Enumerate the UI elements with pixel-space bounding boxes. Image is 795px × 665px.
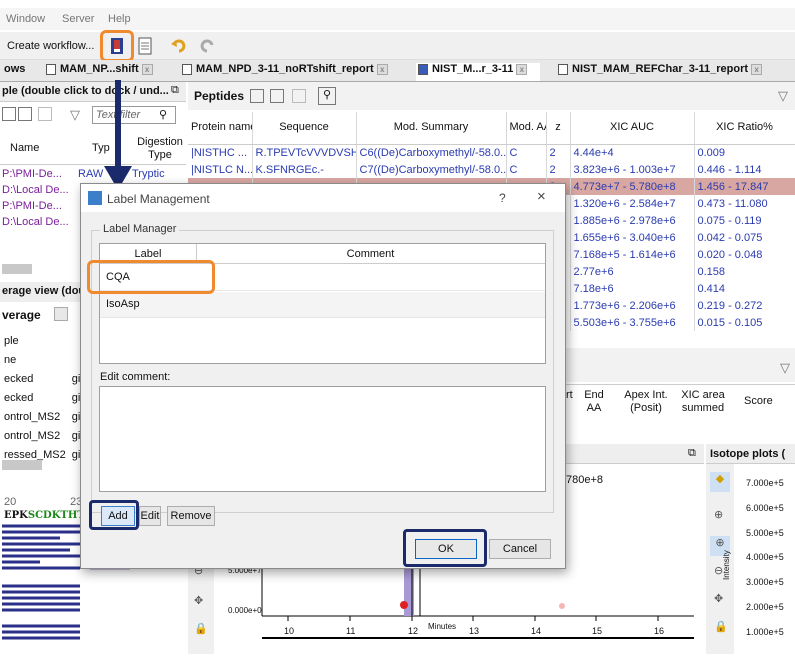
edit-comment-textarea[interactable]: [99, 386, 546, 492]
tab-mam-npd-report[interactable]: MAM_NPD_3-11_noRTshift_report x: [180, 63, 404, 81]
menu-help[interactable]: Help: [108, 13, 131, 25]
menu-server[interactable]: Server: [62, 13, 94, 25]
annotation-arrow: [104, 80, 132, 190]
cqa-highlight: [87, 260, 215, 294]
sample-panel-title: ple (double click to dock / und...: [2, 85, 169, 97]
export-icon[interactable]: [38, 107, 52, 121]
col-xic-auc[interactable]: XIC AUC: [570, 112, 695, 145]
peptide-filter-icon[interactable]: ▽: [778, 88, 788, 104]
peptides-title: Peptides: [194, 89, 245, 103]
peptide-export-icon[interactable]: [292, 89, 306, 103]
col-label[interactable]: Label: [100, 248, 196, 260]
isotope-header: Isotope plots (: [706, 444, 795, 464]
search-icon: ⚲: [159, 109, 168, 121]
tab-ows[interactable]: ows: [2, 63, 42, 81]
list-view-icon[interactable]: [2, 107, 16, 121]
col-xic-ratio[interactable]: XIC Ratio%: [694, 112, 795, 145]
lock-icon[interactable]: 🔒: [194, 622, 208, 635]
peptide-list-icon[interactable]: [250, 89, 264, 103]
peptide-detail-icon[interactable]: [270, 89, 284, 103]
edit-comment-label: Edit comment:: [100, 371, 171, 383]
cancel-button[interactable]: Cancel: [489, 539, 551, 559]
ruler-label-20: 20: [4, 496, 17, 508]
chrom-dock-icon[interactable]: ⧉: [688, 447, 696, 460]
col-comment[interactable]: Comment: [196, 248, 545, 260]
zoom-in-icon[interactable]: ⊕: [714, 508, 723, 521]
isotope-pan-icon[interactable]: ✥: [714, 592, 723, 605]
menu-bar: Window Server Help: [0, 8, 795, 30]
chrom-ytick-zero: 0.000e+0: [228, 606, 262, 615]
isotope-yticks: 7.000e+5 6.000e+5 5.000e+5 4.000e+5 3.00…: [746, 478, 784, 637]
close-button[interactable]: ×: [537, 188, 546, 205]
create-workflow-button[interactable]: Create workflow...: [7, 40, 94, 52]
sample-toolbar: ▽ Text filter ⚲: [0, 104, 186, 126]
col-z[interactable]: z: [546, 112, 571, 145]
chrom-xaxis-label: Minutes: [428, 622, 457, 631]
coverage-row[interactable]: ontrol_MS2gi|0: [2, 427, 91, 444]
table-row[interactable]: |NISTHC ...R.TPEVTcVVVDVSHEDPC6((De)Carb…: [188, 144, 795, 161]
menu-window[interactable]: Window: [6, 13, 45, 25]
toolbar-highlight: [100, 30, 134, 62]
col-sequence[interactable]: Sequence: [252, 112, 357, 145]
redo-icon[interactable]: [198, 37, 216, 55]
col-digestion: Digestion Type: [137, 136, 183, 161]
filter-icon[interactable]: ▽: [70, 107, 80, 123]
document-icon[interactable]: [136, 37, 154, 55]
add-highlight: [89, 500, 139, 530]
lower-filter-icon[interactable]: ▽: [780, 360, 790, 376]
sample-row-2[interactable]: D:\Local De...: [2, 184, 69, 196]
isotope-title: Isotope plots (: [710, 448, 786, 460]
dialog-title: Label Management: [107, 192, 210, 206]
lower-table-header: rt End AA Apex Int. (Posit) XIC area sum…: [560, 384, 795, 424]
coverage-option-icon[interactable]: [54, 307, 68, 321]
sample-row-1[interactable]: P:\PMI-De...: [2, 168, 62, 180]
ok-highlight: [403, 529, 487, 567]
app-icon: [88, 191, 102, 205]
col-protein-name[interactable]: Protein name: [188, 112, 253, 145]
coverage-title: verage: [2, 308, 41, 322]
isotope-lock-icon[interactable]: 🔒: [714, 620, 728, 633]
peptides-header: Peptides ⚲ ▽: [188, 82, 795, 110]
horizontal-scrollbar[interactable]: [2, 264, 32, 274]
help-button[interactable]: ?: [499, 191, 506, 205]
tab-nist-refchar-report[interactable]: NIST_MAM_REFChar_3-11_report x: [556, 63, 780, 81]
col-mod-summary[interactable]: Mod. Summary: [356, 112, 507, 145]
dock-icon[interactable]: ⧉: [171, 84, 179, 97]
coverage-row[interactable]: eckedgi|0: [2, 389, 91, 406]
peptide-search-icon[interactable]: ⚲: [318, 87, 336, 105]
coverage-scrollbar[interactable]: [2, 460, 42, 470]
col-score[interactable]: Score: [744, 395, 773, 407]
edit-button[interactable]: Edit: [139, 506, 161, 526]
dialog-titlebar: Label Management ? ×: [81, 184, 565, 212]
col-end-aa[interactable]: End AA: [582, 389, 606, 415]
sample-panel-header: ple (double click to dock / und... ⧉: [0, 82, 186, 102]
tab-nist-m[interactable]: NIST_M...r_3-11 x: [416, 63, 540, 81]
table-row[interactable]: |NISTLC N... K.SFNRGEc.- C7((De)Carboxymet…: [188, 161, 795, 178]
isotope-ylabel: Intensity: [722, 550, 731, 580]
undo-icon[interactable]: [170, 37, 188, 55]
remove-button[interactable]: Remove: [167, 506, 215, 526]
col-mod-aas[interactable]: Mod. AAs: [506, 112, 547, 145]
tag-icon[interactable]: ◆: [710, 472, 730, 492]
col-name: Name: [10, 142, 40, 154]
label-management-dialog: Label Management ? × Label Manager Label…: [80, 183, 566, 569]
label-row-isoasp[interactable]: IsoAsp: [100, 292, 545, 318]
col-apex-int[interactable]: Apex Int. (Posit): [618, 389, 674, 415]
coverage-row[interactable]: eckedgi|0: [2, 370, 91, 387]
label-manager-group-title: Label Manager: [100, 223, 180, 235]
col-xic-area[interactable]: XIC area summed: [676, 389, 730, 415]
pan-icon[interactable]: ✥: [194, 594, 203, 607]
detail-view-icon[interactable]: [18, 107, 32, 121]
sample-row-4[interactable]: D:\Local De...: [2, 216, 69, 228]
sample-row-3[interactable]: P:\PMI-De...: [2, 200, 62, 212]
coverage-row[interactable]: ontrol_MS2gi|0: [2, 408, 91, 425]
